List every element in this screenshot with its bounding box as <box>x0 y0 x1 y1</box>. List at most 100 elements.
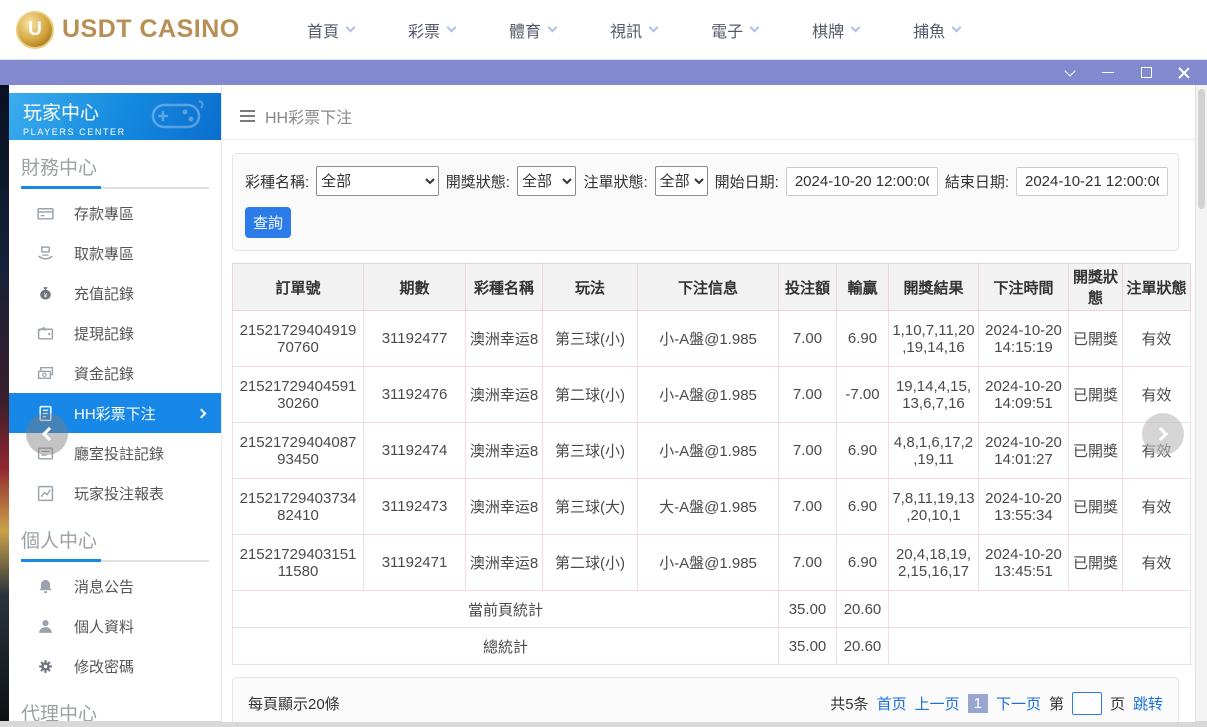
table-cell: 31192477 <box>364 311 466 367</box>
table-cell: 1,10,7,11,20,19,14,16 <box>889 311 979 367</box>
table-cell: 19,14,4,15,13,6,7,16 <box>889 367 979 423</box>
deposit-card-icon <box>37 205 54 222</box>
chevron-down-icon <box>952 23 962 33</box>
table-cell: 7.00 <box>779 535 837 591</box>
chevron-down-icon <box>649 23 659 33</box>
section-divider <box>21 187 209 189</box>
nav-item-sports[interactable]: 體育 <box>482 0 583 60</box>
logo[interactable]: U USDT CASINO <box>16 11 252 49</box>
nav-item-chess[interactable]: 棋牌 <box>785 0 886 60</box>
table-row: 215217294031511158031192471澳洲幸运8第二球(小)小-… <box>233 535 1191 591</box>
sidebar-item-cashout-record[interactable]: 提現記錄 <box>9 313 221 353</box>
table-row: 215217294037348241031192473澳洲幸运8第三球(大)大-… <box>233 479 1191 535</box>
nav-item-label: 捕魚 <box>913 18 945 42</box>
lottery-name-label: 彩種名稱: <box>245 171 309 192</box>
sidebar-item-profile[interactable]: 個人資料 <box>9 606 221 646</box>
banknotes-icon <box>37 365 54 382</box>
sidebar-item-change-password[interactable]: 修改密碼 <box>9 646 221 686</box>
window-title-bar <box>0 60 1207 85</box>
close-button[interactable] <box>1177 66 1191 80</box>
nav-item-label: 電子 <box>711 18 743 42</box>
breadcrumb: HH彩票下注 <box>222 93 1195 140</box>
sidebar-item-announcements[interactable]: 消息公告 <box>9 566 221 606</box>
pagination: 共5条 首页 上一页 1 下一页 第 页 跳转 <box>830 692 1163 715</box>
table-cell: 7,8,11,19,13,20,10,1 <box>889 479 979 535</box>
table-cell: 2024-10-20 13:55:34 <box>979 479 1069 535</box>
lottery-name-select[interactable]: 全部 <box>316 166 439 196</box>
table-cell: 31192476 <box>364 367 466 423</box>
page-title: HH彩票下注 <box>265 104 352 128</box>
chevron-right-icon <box>1154 427 1168 441</box>
top-nav-menu: 首頁 彩票 體育 視訊 電子 棋牌 捕魚 <box>280 0 987 60</box>
pagination-bar: 每頁顯示20條 共5条 首页 上一页 1 下一页 第 页 跳转 <box>232 677 1179 722</box>
table-cell: 7.00 <box>779 311 837 367</box>
bet-records-table: 訂單號期數彩種名稱玩法下注信息投注額輸贏開獎結果下注時間開獎狀態注單狀態 215… <box>232 263 1179 665</box>
sidebar-item-label: 玩家投注報表 <box>74 483 164 504</box>
sidebar-item-label: 充值記錄 <box>74 283 134 304</box>
main-content: HH彩票下注 彩種名稱: 全部 開獎狀態: 全部 注單狀態: 全部 開始日期: … <box>222 85 1195 722</box>
table-cell: 6.90 <box>837 535 889 591</box>
page-size-text: 每頁顯示20條 <box>248 693 340 714</box>
scrollbar-track[interactable] <box>1195 85 1207 722</box>
table-cell: 7.00 <box>779 423 837 479</box>
table-column-header: 注單狀態 <box>1123 264 1191 311</box>
chevron-left-icon <box>42 427 56 441</box>
logo-text: USDT CASINO <box>62 15 240 44</box>
sidebar-item-withdraw[interactable]: 取款專區 <box>9 233 221 273</box>
withdraw-hand-icon <box>37 245 54 262</box>
first-page-link[interactable]: 首页 <box>877 693 907 714</box>
scrollbar-thumb[interactable] <box>1198 89 1205 209</box>
nav-item-video[interactable]: 視訊 <box>583 0 684 60</box>
top-nav-bar: U USDT CASINO 首頁 彩票 體育 視訊 電子 棋牌 捕魚 <box>0 0 1207 60</box>
section-personal-center: 個人中心 <box>9 513 221 560</box>
sidebar-item-label: 提現記錄 <box>74 323 134 344</box>
sidebar-item-deposit[interactable]: 存款專區 <box>9 193 221 233</box>
start-date-input[interactable] <box>786 167 938 196</box>
page-jump-input[interactable] <box>1072 692 1102 715</box>
table-cell: 小-A盤@1.985 <box>638 367 779 423</box>
table-cell: 有效 <box>1123 311 1191 367</box>
carousel-left-arrow-button[interactable] <box>26 413 68 455</box>
table-row: 215217294040879345031192474澳洲幸运8第三球(小)小-… <box>233 423 1191 479</box>
sidebar-item-player-report[interactable]: 玩家投注報表 <box>9 473 221 513</box>
nav-item-lottery[interactable]: 彩票 <box>381 0 482 60</box>
end-date-input[interactable] <box>1016 167 1168 196</box>
summary-cell: 20.60 <box>837 591 889 628</box>
maximize-button[interactable] <box>1139 66 1153 80</box>
query-button[interactable]: 查詢 <box>245 207 291 238</box>
table-cell: 2152172940408793450 <box>233 423 364 479</box>
window-controls <box>1063 66 1191 80</box>
collapse-chevron-icon[interactable] <box>1063 66 1077 80</box>
table-cell: 2024-10-20 14:09:51 <box>979 367 1069 423</box>
table-cell: 31192471 <box>364 535 466 591</box>
minimize-button[interactable] <box>1101 66 1115 80</box>
sidebar-item-label: 廳室投註記錄 <box>74 443 164 464</box>
jump-button[interactable]: 跳转 <box>1133 693 1163 714</box>
next-page-link[interactable]: 下一页 <box>996 693 1041 714</box>
carousel-right-arrow-button[interactable] <box>1142 413 1184 455</box>
draw-status-select[interactable]: 全部 <box>517 166 577 196</box>
end-date-label: 結束日期: <box>945 171 1009 192</box>
sidebar-item-label: HH彩票下注 <box>74 403 156 424</box>
order-status-select[interactable]: 全部 <box>655 166 708 196</box>
sidebar-item-recharge-record[interactable]: ¥ 充值記錄 <box>9 273 221 313</box>
prev-page-link[interactable]: 上一页 <box>915 693 960 714</box>
hamburger-menu-icon[interactable] <box>240 110 255 122</box>
total-count-text: 共5条 <box>830 693 868 714</box>
sidebar-item-funds-record[interactable]: 資金記錄 <box>9 353 221 393</box>
table-cell: 第三球(大) <box>543 479 638 535</box>
table-header-row: 訂單號期數彩種名稱玩法下注信息投注額輸贏開獎結果下注時間開獎狀態注單狀態 <box>233 264 1191 311</box>
nav-item-electronic[interactable]: 電子 <box>684 0 785 60</box>
jump-suffix-label: 页 <box>1110 693 1125 714</box>
current-page-badge: 1 <box>968 694 988 713</box>
table-cell: 2152172940459130260 <box>233 367 364 423</box>
table-cell: 小-A盤@1.985 <box>638 311 779 367</box>
nav-item-fishing[interactable]: 捕魚 <box>886 0 987 60</box>
table-cell: 2024-10-20 14:01:27 <box>979 423 1069 479</box>
nav-item-label: 彩票 <box>408 18 440 42</box>
moneybag-icon: ¥ <box>37 285 54 302</box>
nav-item-home[interactable]: 首頁 <box>280 0 381 60</box>
table-cell: 已開獎 <box>1069 311 1123 367</box>
table-row: 215217294045913026031192476澳洲幸运8第二球(小)小-… <box>233 367 1191 423</box>
sidebar-item-label: 資金記錄 <box>74 363 134 384</box>
